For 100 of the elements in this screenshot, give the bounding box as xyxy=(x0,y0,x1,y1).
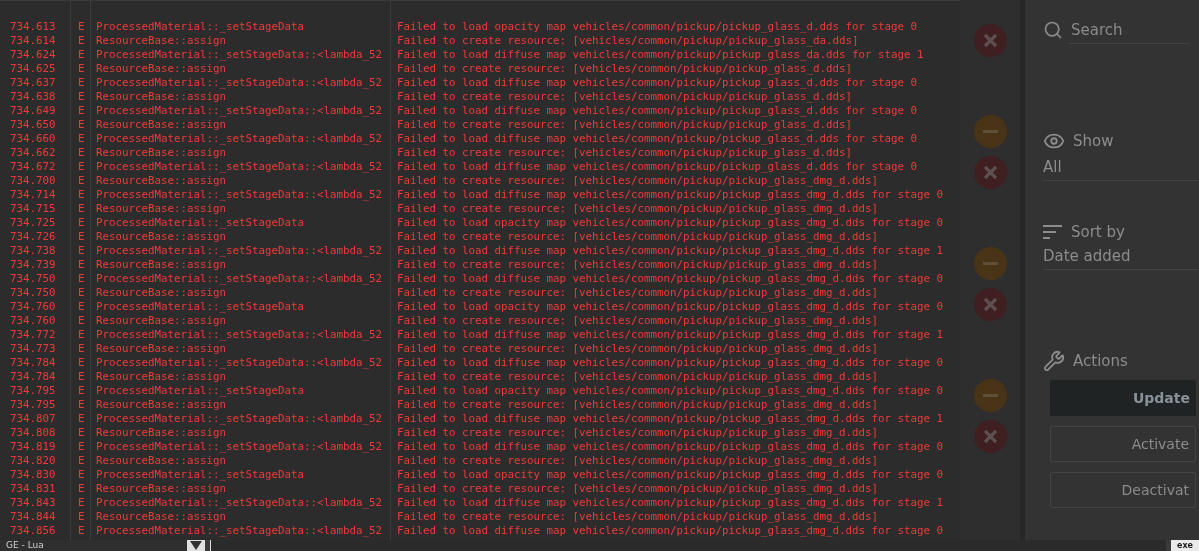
log-message: Failed to load diffuse map vehicles/common/pickup/pickup_glass_dmg_d.dds for stage 0 xyxy=(396,188,945,202)
log-source: ProcessedMaterial::_setStageData::<lambda_52 xyxy=(95,188,383,202)
log-message: Failed to create resource: [vehicles/common/pickup/pickup_glass_dmg_d.dds] xyxy=(396,370,880,384)
log-message: Failed to create resource: [vehicles/common/pickup/pickup_glass_dmg_d.dds] xyxy=(396,510,880,524)
log-source: ResourceBase::assign xyxy=(95,454,227,468)
sort-label: Sort by xyxy=(1071,223,1125,241)
log-source: ProcessedMaterial::_setStageData::<lambda_52 xyxy=(95,76,383,90)
log-message: Failed to create resource: [vehicles/common/pickup/pickup_glass_dmg_d.dds] xyxy=(396,482,880,496)
sort-dropdown[interactable]: Date added xyxy=(1043,241,1199,270)
log-source: ResourceBase::assign xyxy=(95,90,227,104)
log-source: ProcessedMaterial::_setStageData xyxy=(95,300,305,314)
log-level: E xyxy=(77,20,86,34)
log-source: ProcessedMaterial::_setStageData xyxy=(95,468,305,482)
log-time: 734.726 xyxy=(9,230,57,244)
log-message: Failed to load diffuse map vehicles/common/pickup/pickup_glass_dmg_d.dds for stage 0 xyxy=(396,356,945,370)
log-message: Failed to create resource: [vehicles/common/pickup/pickup_glass_dmg_d.dds] xyxy=(396,202,880,216)
log-level: E xyxy=(77,328,86,342)
log-source: ProcessedMaterial::_setStageData::<lambda_52 xyxy=(95,412,383,426)
log-source: ResourceBase::assign xyxy=(95,258,227,272)
minus-circle-icon[interactable] xyxy=(973,115,1007,148)
log-level: E xyxy=(77,48,86,62)
log-time: 734.784 xyxy=(9,356,57,370)
log-level: E xyxy=(77,272,86,286)
log-message: Failed to load opacity map vehicles/common/pickup/pickup_glass_d.dds for stage 0 xyxy=(396,20,919,34)
log-level: E xyxy=(77,160,86,174)
log-message: Failed to load diffuse map vehicles/common/pickup/pickup_glass_dmg_d.dds for stage 1 xyxy=(396,244,945,258)
action-button[interactable]: Activate xyxy=(1050,426,1196,462)
log-time: 734.738 xyxy=(9,244,57,258)
log-message: Failed to create resource: [vehicles/common/pickup/pickup_glass_dmg_d.dds] xyxy=(396,286,880,300)
log-time: 734.760 xyxy=(9,300,57,314)
log-message: Failed to create resource: [vehicles/common/pickup/pickup_glass_d.dds] xyxy=(396,118,854,132)
log-level: E xyxy=(77,216,86,230)
minus-circle-icon[interactable] xyxy=(973,379,1007,412)
show-dropdown[interactable]: All xyxy=(1043,152,1199,181)
log-time: 734.844 xyxy=(9,510,57,524)
close-circle-icon[interactable] xyxy=(973,420,1007,453)
log-time: 734.772 xyxy=(9,328,57,342)
log-source: ProcessedMaterial::_setStageData::<lambda_52 xyxy=(95,104,383,118)
log-time: 734.808 xyxy=(9,426,57,440)
log-level: E xyxy=(77,440,86,454)
log-source: ResourceBase::assign xyxy=(95,34,227,48)
log-message: Failed to load diffuse map vehicles/common/pickup/pickup_glass_d.dds for stage 0 xyxy=(396,132,919,146)
log-message: Failed to load diffuse map vehicles/common/pickup/pickup_glass_dmg_d.dds for stage 0 xyxy=(396,272,945,286)
log-source: ProcessedMaterial::_setStageData::<lambda_52 xyxy=(95,48,383,62)
log-message: Failed to load diffuse map vehicles/common/pickup/pickup_glass_d.dds for stage 0 xyxy=(396,76,919,90)
log-message: Failed to load diffuse map vehicles/common/pickup/pickup_glass_d.dds for stage 0 xyxy=(396,160,919,174)
log-source: ProcessedMaterial::_setStageData::<lambda_52 xyxy=(95,132,383,146)
log-level: E xyxy=(77,314,86,328)
log-time: 734.750 xyxy=(9,272,57,286)
search-field[interactable]: Search xyxy=(1069,16,1189,44)
log-level: E xyxy=(77,188,86,202)
log-time: 734.725 xyxy=(9,216,57,230)
log-time: 734.638 xyxy=(9,90,57,104)
log-level: E xyxy=(77,174,86,188)
log-level: E xyxy=(77,524,86,538)
log-level: E xyxy=(77,482,86,496)
log-level: E xyxy=(77,454,86,468)
close-circle-icon[interactable] xyxy=(973,24,1007,57)
run-button[interactable]: exe xyxy=(1171,540,1199,551)
log-message: Failed to create resource: [vehicles/common/pickup/pickup_glass_dmg_d.dds] xyxy=(396,398,880,412)
log-source: ResourceBase::assign xyxy=(95,426,227,440)
log-level: E xyxy=(77,510,86,524)
log-level: E xyxy=(77,202,86,216)
log-time: 734.760 xyxy=(9,314,57,328)
log-level: E xyxy=(77,230,86,244)
sort-icon xyxy=(1043,225,1063,239)
log-level: E xyxy=(77,258,86,272)
log-level: E xyxy=(77,300,86,314)
log-message: Failed to create resource: [vehicles/common/pickup/pickup_glass_dmg_d.dds] xyxy=(396,454,880,468)
action-button[interactable]: Deactivat xyxy=(1050,472,1196,508)
log-source: ResourceBase::assign xyxy=(95,174,227,188)
log-level: E xyxy=(77,496,86,510)
close-circle-icon[interactable] xyxy=(973,156,1007,189)
log-time: 734.624 xyxy=(9,48,57,62)
log-source: ResourceBase::assign xyxy=(95,370,227,384)
log-source: ResourceBase::assign xyxy=(95,62,227,76)
log-message: Failed to load opacity map vehicles/common/pickup/pickup_glass_dmg_d.dds for stage 0 xyxy=(396,216,945,230)
context-dropdown[interactable]: GE - Lua xyxy=(0,540,205,551)
close-circle-icon[interactable] xyxy=(973,288,1007,321)
log-time: 734.807 xyxy=(9,412,57,426)
log-source: ProcessedMaterial::_setStageData::<lambda_52 xyxy=(95,524,383,538)
log-source: ProcessedMaterial::_setStageData xyxy=(95,20,305,34)
action-button[interactable]: Update xyxy=(1050,380,1196,416)
wrench-icon xyxy=(1043,350,1065,372)
log-source: ResourceBase::assign xyxy=(95,202,227,216)
minus-circle-icon[interactable] xyxy=(973,247,1007,280)
log-message: Failed to load opacity map vehicles/common/pickup/pickup_glass_dmg_d.dds for stage 0 xyxy=(396,384,945,398)
log-source: ResourceBase::assign xyxy=(95,398,227,412)
log-source: ProcessedMaterial::_setStageData::<lambda_52 xyxy=(95,244,383,258)
log-source: ResourceBase::assign xyxy=(95,482,227,496)
log-source: ResourceBase::assign xyxy=(95,314,227,328)
log-source: ResourceBase::assign xyxy=(95,230,227,244)
log-time: 734.773 xyxy=(9,342,57,356)
log-time: 734.831 xyxy=(9,482,57,496)
log-source: ProcessedMaterial::_setStageData::<lambda_52 xyxy=(95,440,383,454)
log-level: E xyxy=(77,90,86,104)
log-time: 734.750 xyxy=(9,286,57,300)
log-message: Failed to create resource: [vehicles/common/pickup/pickup_glass_dmg_d.dds] xyxy=(396,426,880,440)
log-message: Failed to load diffuse map vehicles/common/pickup/pickup_glass_dmg_d.dds for stage 1 xyxy=(396,496,945,510)
command-input[interactable] xyxy=(210,540,1166,551)
